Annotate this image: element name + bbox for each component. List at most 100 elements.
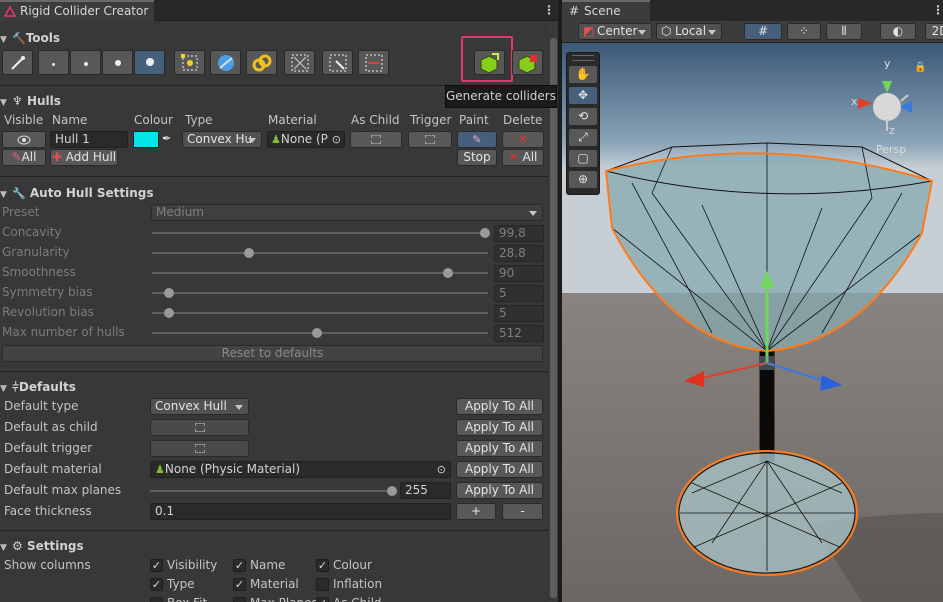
selection-edge-button[interactable] [358, 50, 389, 75]
slider-value-input[interactable]: 99.8 [494, 225, 544, 242]
pivot-mode-dropdown[interactable]: ◩ Center [578, 23, 652, 40]
grid-snapping-toggle[interactable]: # [744, 23, 782, 40]
add-hull-button[interactable]: ✚ Add Hull [50, 149, 118, 166]
delete-hull-button[interactable]: ✕ [502, 131, 544, 148]
delete-all-button[interactable]: ✕ All [502, 149, 544, 166]
col-colour-header: Colour [134, 113, 173, 127]
tab-menu-icon[interactable]: ⋮ [543, 3, 555, 17]
palette-grip-icon[interactable] [572, 55, 594, 61]
toggle-2d-button[interactable]: 2D [925, 23, 943, 40]
face-thickness-increase-button[interactable]: + [456, 503, 496, 520]
generate-colliders-button[interactable] [474, 50, 505, 75]
paint-all-button[interactable]: ✎All [2, 149, 46, 166]
slider-value-input[interactable]: 512 [494, 325, 544, 342]
panel-scrollbar-thumb[interactable] [550, 38, 557, 598]
default-type-dropdown[interactable]: Convex Hull [150, 398, 249, 415]
scale-tool-button[interactable]: ⤢ [568, 128, 598, 147]
scene-view-panel: # Scene ⋮ ◩Center ⬡Local # ⁘ ⦀ ◐ 2D [562, 0, 943, 602]
point-size-3-button[interactable] [102, 50, 133, 75]
snap-settings-button[interactable]: ⦀ [826, 23, 862, 40]
paint-toggle-button[interactable]: ✎ [457, 131, 497, 148]
slider-value-input[interactable]: 5 [494, 285, 544, 302]
hull-type-dropdown[interactable]: Convex Hu [182, 131, 262, 148]
point-size-2-button[interactable] [70, 50, 101, 75]
as-child-toggle[interactable] [350, 131, 402, 148]
slider-thumb[interactable] [163, 288, 174, 298]
eyedropper-icon[interactable]: ✒ [162, 132, 171, 145]
slider-value-input[interactable]: 28.8 [494, 245, 544, 262]
column-checkbox[interactable] [233, 597, 246, 602]
column-checkbox[interactable]: ✓ [316, 559, 329, 572]
point-size-4-button[interactable] [134, 50, 165, 75]
sphere-button[interactable] [210, 50, 241, 75]
settings-header[interactable]: ▼ ⚙ Settings [0, 537, 84, 555]
face-thickness-decrease-button[interactable]: - [502, 503, 543, 520]
link-button[interactable] [246, 50, 277, 75]
defaults-header[interactable]: ▼ ⫩Defaults [0, 378, 76, 396]
tools-header[interactable]: ▼ 🔨Tools [0, 29, 60, 47]
slider-value-input[interactable]: 5 [494, 305, 544, 322]
stop-painting-button[interactable]: Stop [457, 149, 497, 166]
column-checkbox[interactable] [150, 597, 163, 602]
paint-brush-tool-button[interactable] [2, 50, 33, 75]
scene-viewport[interactable]: y x z 🔒 Persp [562, 43, 943, 602]
scene-tab-menu-icon[interactable]: ⋮ [932, 3, 943, 17]
auto-hull-settings-header[interactable]: ▼ 🔧 Auto Hull Settings [0, 184, 154, 202]
hull-colour-swatch[interactable] [133, 131, 159, 148]
slider-track[interactable] [152, 252, 488, 254]
snap-increment-button[interactable]: ⁘ [787, 23, 821, 40]
preset-dropdown[interactable]: Medium [151, 204, 543, 221]
default-as-child-toggle[interactable] [150, 419, 249, 436]
slider-thumb[interactable] [244, 248, 255, 258]
slider-track[interactable] [152, 292, 488, 294]
draw-mode-button[interactable]: ◐ [880, 23, 916, 40]
apply-to-all-button[interactable]: Apply To All [456, 461, 543, 478]
scene-tab[interactable]: # Scene [562, 0, 650, 21]
visibility-toggle-button[interactable] [2, 131, 46, 148]
apply-to-all-button[interactable]: Apply To All [456, 440, 543, 457]
apply-to-all-button[interactable]: Apply To All [456, 482, 543, 499]
slider-value-input[interactable]: 90 [494, 265, 544, 282]
column-checkbox[interactable]: ✓ [233, 578, 246, 591]
slider-track[interactable] [152, 312, 488, 314]
selection-box-button[interactable] [322, 50, 353, 75]
hull-material-field[interactable]: ♟None (P ⊙ [267, 131, 345, 148]
hulls-header[interactable]: ▼ ♆ Hulls [0, 92, 61, 110]
column-checkbox[interactable]: ✓ [150, 559, 163, 572]
apply-to-all-button[interactable]: Apply To All [456, 419, 543, 436]
slider-track[interactable] [152, 232, 488, 234]
column-checkbox[interactable] [316, 578, 329, 591]
generate-colliders-replace-button[interactable] [512, 50, 543, 75]
transform-tool-button[interactable]: ⊕ [568, 170, 598, 189]
reset-to-defaults-button[interactable]: Reset to defaults [2, 345, 543, 362]
slider-thumb[interactable] [442, 268, 453, 278]
column-checkbox[interactable]: ✓ [316, 597, 329, 602]
default-trigger-toggle[interactable] [150, 440, 249, 457]
face-thickness-input[interactable]: 0.1 [150, 503, 451, 520]
slider-thumb[interactable] [163, 308, 174, 318]
column-checkbox[interactable]: ✓ [233, 559, 246, 572]
default-material-field[interactable]: ♟None (Physic Material) ⊙ [150, 461, 451, 478]
rect-tool-button[interactable]: ▢ [568, 149, 598, 168]
slider-track[interactable] [152, 272, 488, 274]
pivot-space-dropdown[interactable]: ⬡ Local [656, 23, 722, 40]
object-picker-icon[interactable]: ⊙ [437, 462, 446, 477]
rotate-tool-button[interactable]: ⟲ [568, 107, 598, 126]
apply-to-all-button[interactable]: Apply To All [456, 398, 543, 415]
trigger-toggle[interactable] [408, 131, 452, 148]
rigid-collider-creator-tab[interactable]: Rigid Collider Creator [0, 0, 154, 21]
move-tool-button[interactable]: ✥ [568, 86, 598, 105]
hull-name-input[interactable]: Hull 1 [50, 131, 128, 148]
frame-points-button[interactable] [174, 50, 205, 75]
object-picker-icon[interactable]: ⊙ [332, 132, 341, 147]
point-size-1-button[interactable] [38, 50, 69, 75]
selection-reduce-button[interactable] [284, 50, 315, 75]
max-planes-input[interactable]: 255 [400, 482, 451, 499]
slider-thumb[interactable] [311, 328, 322, 338]
max-planes-slider-track[interactable] [150, 490, 394, 492]
hand-tool-button[interactable]: ✋ [568, 65, 598, 84]
column-checkbox[interactable]: ✓ [150, 578, 163, 591]
max-planes-slider-thumb[interactable] [386, 486, 397, 496]
slider-thumb[interactable] [479, 228, 490, 238]
slider-label: Smoothness [2, 265, 76, 279]
